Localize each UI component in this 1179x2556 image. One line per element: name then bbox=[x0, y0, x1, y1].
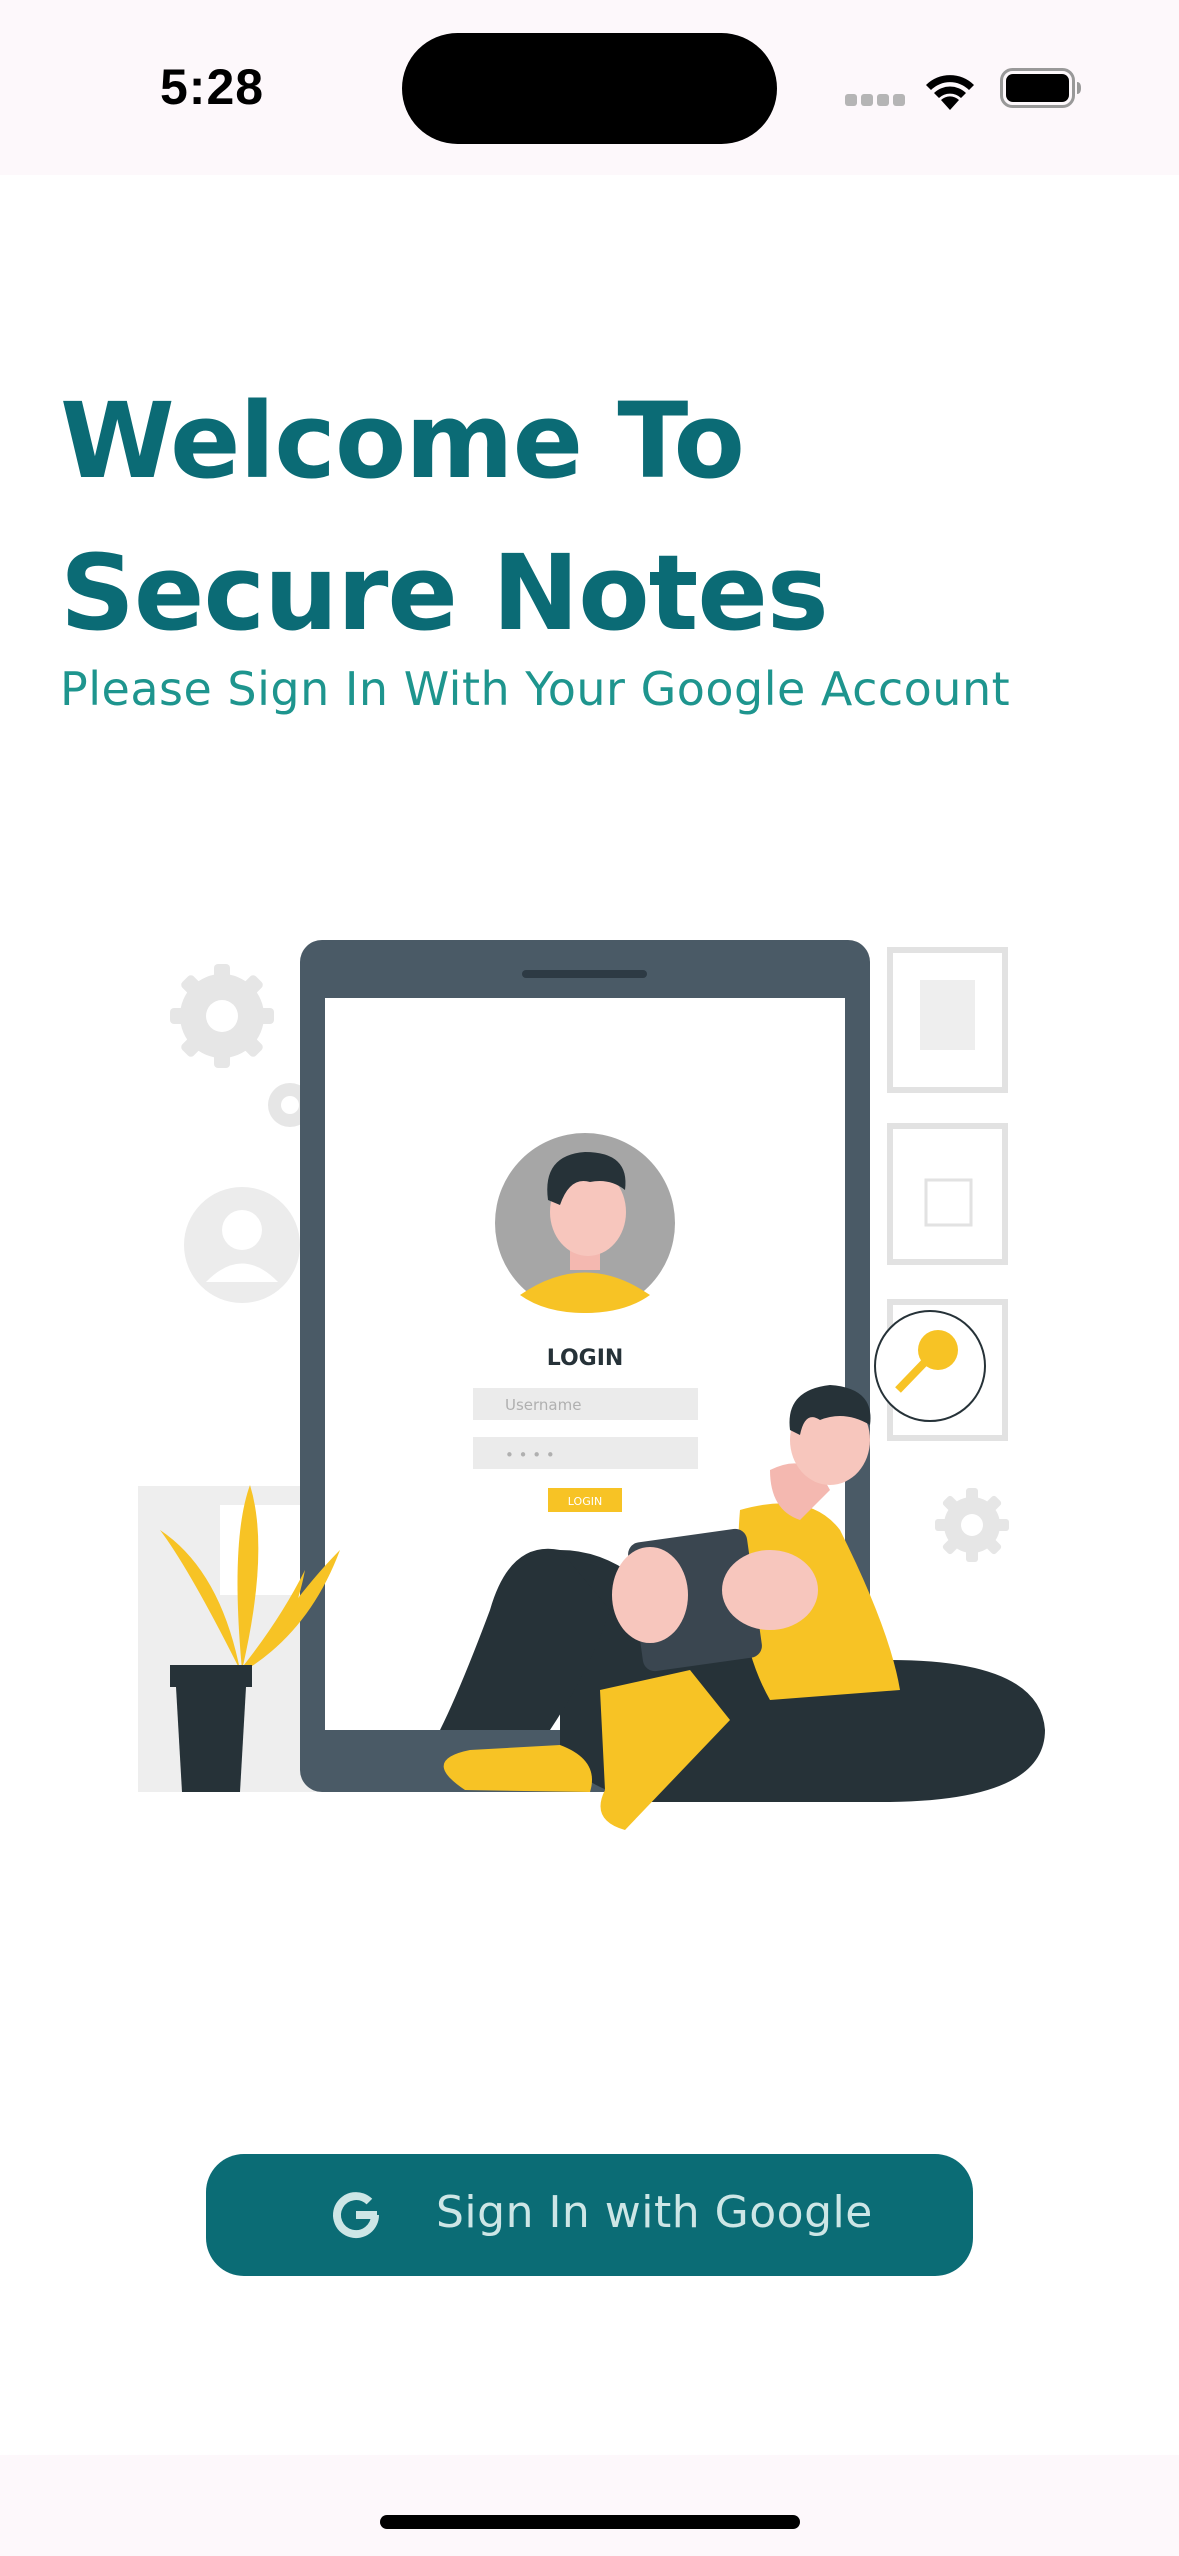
illustration-login-title: LOGIN bbox=[547, 1346, 624, 1371]
status-time: 5:28 bbox=[160, 59, 265, 115]
profile-avatar bbox=[495, 1133, 675, 1313]
avatar-placeholder-icon bbox=[184, 1187, 300, 1303]
google-sign-in-label: Sign In with Google bbox=[436, 2187, 873, 2238]
home-indicator[interactable] bbox=[380, 2515, 800, 2529]
cellular-signal-icon bbox=[845, 94, 905, 106]
google-g-icon bbox=[333, 2192, 380, 2239]
battery-icon bbox=[1000, 68, 1081, 108]
illustration-username-placeholder: Username bbox=[505, 1396, 581, 1414]
gear-icon bbox=[170, 964, 274, 1068]
illustration-password-mask: • • • • bbox=[505, 1446, 555, 1464]
status-bar: 5:28 bbox=[0, 0, 1179, 175]
page-title: Welcome To Secure Notes bbox=[60, 380, 829, 654]
wifi-icon bbox=[926, 75, 974, 110]
illustration-login-button: LOGIN bbox=[568, 1495, 602, 1508]
google-sign-in-button[interactable]: Sign In with Google bbox=[206, 2154, 973, 2276]
page-subtitle: Please Sign In With Your Google Account bbox=[60, 662, 1011, 716]
gear-icon bbox=[935, 1488, 1009, 1562]
dynamic-island bbox=[402, 33, 777, 144]
bottom-safe-area bbox=[0, 2455, 1179, 2556]
key-bubble-icon bbox=[874, 1310, 986, 1422]
login-illustration: LOGIN Username • • • • LOGIN bbox=[138, 940, 1045, 1830]
